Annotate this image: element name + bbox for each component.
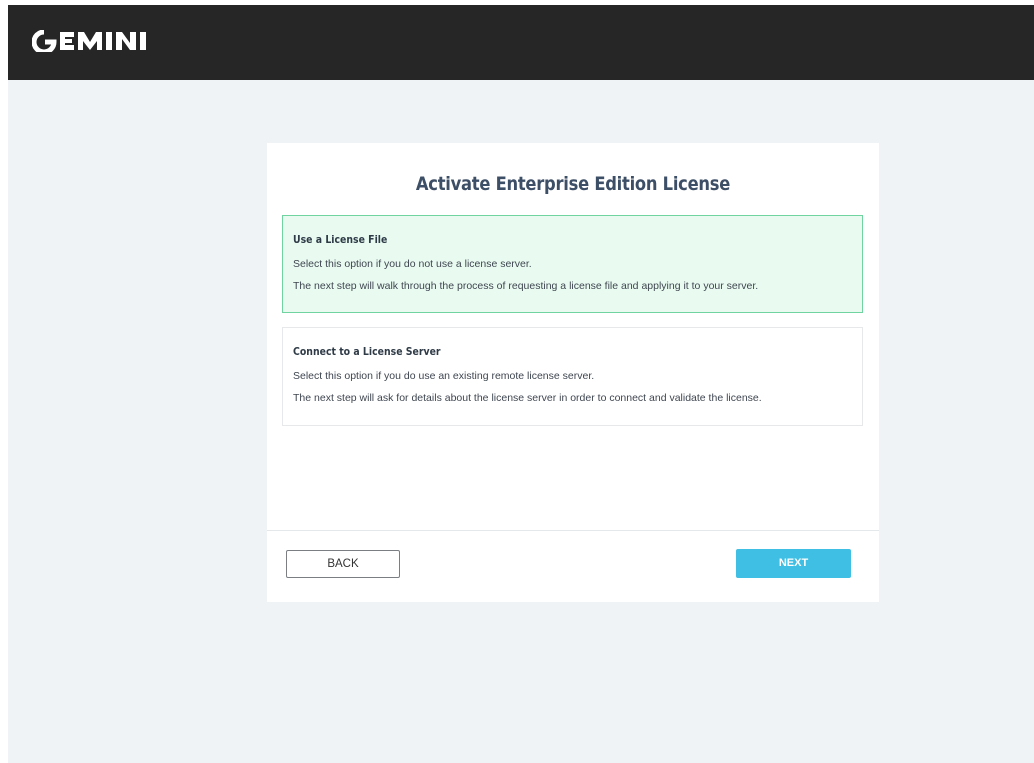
option-heading: Use a License File	[293, 233, 388, 246]
option-license-server[interactable]: Connect to a License Server Select this …	[282, 327, 863, 426]
option-license-file[interactable]: Use a License File Select this option if…	[282, 215, 863, 313]
option-heading: Connect to a License Server	[293, 345, 441, 358]
dialog-title: Activate Enterprise Edition License	[415, 173, 731, 195]
option-description: Select this option if you do not use a l…	[293, 258, 532, 270]
activation-dialog: Activate Enterprise Edition License Use …	[267, 143, 879, 602]
next-button[interactable]: NEXT	[736, 549, 851, 578]
option-description: Select this option if you do use an exis…	[293, 370, 595, 382]
app-window: Activate Enterprise Edition License Use …	[8, 5, 1034, 763]
top-bar	[8, 5, 1034, 80]
footer-divider	[267, 530, 879, 531]
option-description: The next step will ask for details about…	[293, 392, 762, 404]
option-description: The next step will walk through the proc…	[293, 280, 759, 292]
back-button[interactable]: BACK	[286, 550, 400, 578]
gemini-logo-icon[interactable]	[32, 30, 150, 52]
